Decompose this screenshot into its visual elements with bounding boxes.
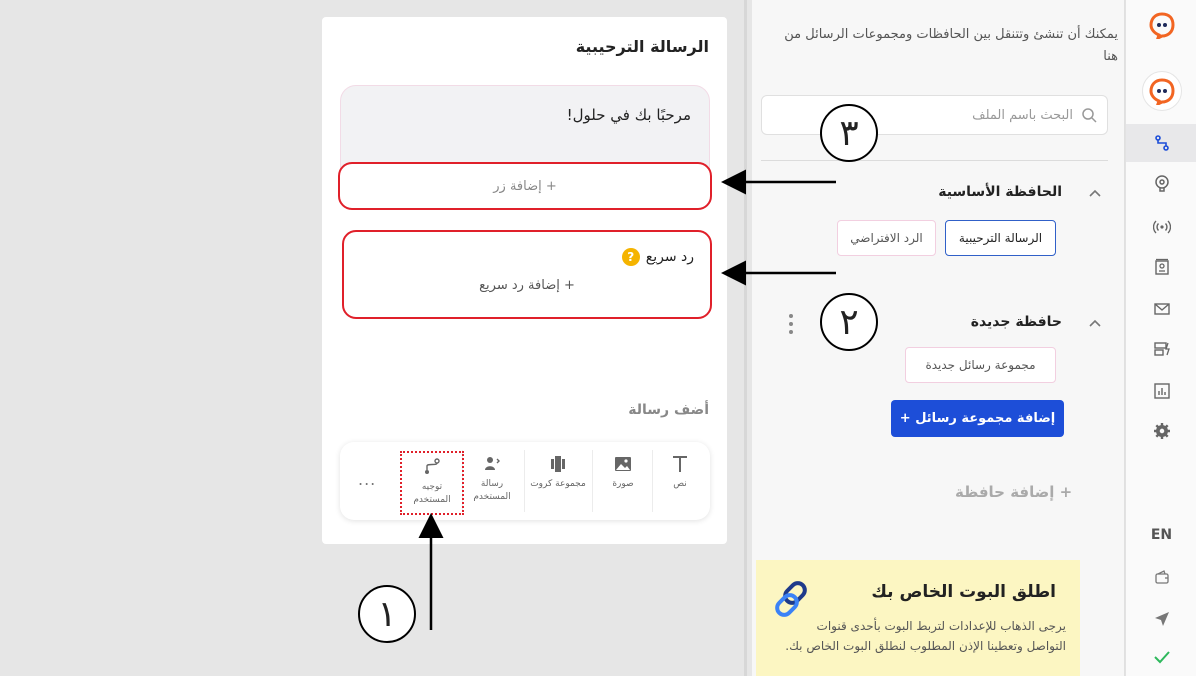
message-editor-card: الرسالة الترحيبية مرحبًا بك في حلول! + إ…: [322, 17, 727, 544]
kebab-menu-icon[interactable]: [788, 314, 794, 334]
folder-title-main[interactable]: الحافظة الأساسية: [938, 184, 1062, 200]
rail-wallet[interactable]: [1126, 558, 1196, 596]
promo-title: اطلق البوت الخاص بك: [871, 582, 1056, 602]
brain-icon: [1154, 175, 1169, 192]
tool-label: توجيه المستخدم: [413, 482, 451, 505]
rail-inbox[interactable]: [1126, 290, 1196, 328]
gear-icon: [1153, 423, 1170, 439]
cards-icon: [551, 456, 565, 472]
chevron-up-icon[interactable]: [1088, 318, 1102, 328]
rail-forms[interactable]: [1126, 330, 1196, 368]
route-icon: [425, 458, 440, 474]
add-folder-link[interactable]: + إضافة حافظة: [955, 483, 1072, 501]
sidebar-divider: [761, 160, 1108, 161]
forms-icon: [1153, 342, 1170, 356]
bot-avatar[interactable]: [1126, 66, 1196, 116]
rail-settings[interactable]: [1126, 412, 1196, 450]
user-message-icon: [485, 457, 500, 470]
rail-contacts[interactable]: [1126, 248, 1196, 286]
broadcast-icon: [1152, 220, 1171, 234]
rail-status[interactable]: [1126, 638, 1196, 676]
add-message-group-button[interactable]: إضافة مجموعة رسائل +: [891, 400, 1064, 437]
tool-label: مجموعة كروت: [530, 479, 586, 489]
tool-route-user[interactable]: توجيه المستخدم: [400, 451, 464, 515]
panel-resize-handle[interactable]: [744, 0, 747, 676]
launch-bot-banner: اطلق البوت الخاص بك يرجى الذهاب للإعدادا…: [756, 560, 1080, 676]
holool-logo-icon: [1148, 12, 1175, 39]
search-input[interactable]: [762, 107, 1081, 123]
tool-image[interactable]: صورة: [598, 450, 648, 512]
tool-separator: [652, 450, 653, 512]
tool-label: نص: [673, 479, 687, 489]
annotation-one: ١: [358, 585, 416, 643]
sidebar-description: يمكنك أن تنشئ وتتنقل بين الحافظات ومجموع…: [784, 27, 1118, 64]
link-icon: [775, 581, 807, 617]
help-icon[interactable]: ?: [621, 248, 640, 266]
quick-reply-section: رد سريع ? + إضافة رد سريع: [342, 230, 712, 319]
message-title: الرسالة الترحيبية: [575, 37, 709, 56]
tool-cards[interactable]: مجموعة كروت: [530, 450, 586, 512]
annotation-two: ٢: [820, 293, 878, 351]
promo-text: يرجى الذهاب للإعدادات لتربط البوت بأحدى …: [785, 619, 1066, 653]
rail-ai[interactable]: [1126, 164, 1196, 202]
chevron-up-icon[interactable]: [1088, 188, 1102, 198]
tool-user-message[interactable]: رسالة المستخدم: [466, 450, 518, 512]
rail-analytics[interactable]: [1126, 372, 1196, 410]
more-tools-icon[interactable]: ...: [358, 470, 376, 489]
bot-avatar-icon: [1148, 78, 1175, 105]
add-button-button[interactable]: + إضافة زر: [338, 162, 712, 210]
contacts-icon: [1154, 258, 1169, 275]
wallet-icon: [1154, 570, 1169, 584]
rail-flows[interactable]: [1126, 124, 1196, 162]
rail-language[interactable]: EN: [1126, 516, 1196, 554]
annotation-three: ٣: [820, 104, 878, 162]
add-message-label: أضف رسالة: [628, 402, 709, 418]
rail-send[interactable]: [1126, 600, 1196, 638]
icon-rail: EN: [1125, 0, 1196, 676]
text-icon: [673, 456, 687, 472]
folder-title-new[interactable]: حافظة جديدة: [971, 314, 1062, 330]
message-type-toolbar: نص صورة مجموعة كروت رسالة المستخدم توجيه…: [340, 442, 710, 520]
rail-broadcast[interactable]: [1126, 208, 1196, 246]
paper-plane-icon: [1154, 612, 1169, 626]
add-quick-reply-button[interactable]: + إضافة رد سريع: [344, 278, 710, 293]
chip-default-reply[interactable]: الرد الافتراضي: [837, 220, 936, 256]
tool-separator: [592, 450, 593, 512]
quick-reply-label: رد سريع: [645, 249, 694, 265]
tool-label: صورة: [612, 479, 634, 489]
check-icon: [1153, 651, 1170, 664]
chip-new-message-group[interactable]: مجموعة رسائل جديدة: [905, 347, 1056, 383]
image-icon: [615, 457, 631, 471]
quick-reply-title: رد سريع ?: [621, 248, 694, 266]
tool-label: رسالة المستخدم: [473, 479, 511, 502]
search-icon: [1082, 108, 1097, 123]
flow-icon: [1154, 135, 1169, 151]
analytics-icon: [1153, 383, 1170, 399]
language-label: EN: [1150, 527, 1173, 543]
mail-icon: [1153, 303, 1170, 315]
search-box[interactable]: [761, 95, 1108, 135]
top-logo[interactable]: [1126, 6, 1196, 44]
tool-separator: [524, 450, 525, 512]
message-text[interactable]: مرحبًا بك في حلول!: [567, 106, 691, 124]
chip-welcome-message[interactable]: الرسالة الترحيبية: [945, 220, 1056, 256]
tool-text[interactable]: نص: [658, 450, 702, 512]
